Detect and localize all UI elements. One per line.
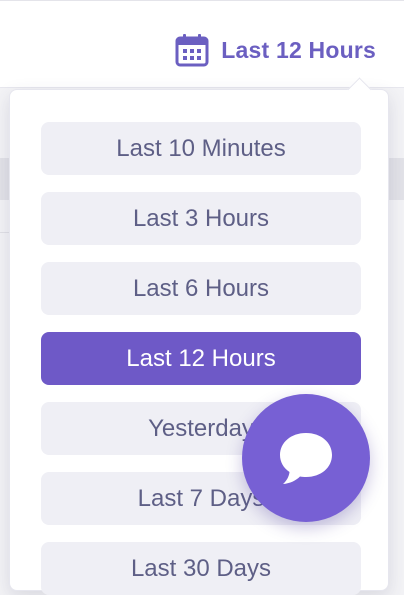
chat-button[interactable] <box>242 394 370 522</box>
time-range-dropdown-trigger[interactable]: Last 12 Hours <box>175 31 376 69</box>
time-range-options: Last 10 Minutes Last 3 Hours Last 6 Hour… <box>41 122 361 595</box>
option-last-6-hours[interactable]: Last 6 Hours <box>41 262 361 315</box>
calendar-icon <box>175 34 209 67</box>
option-last-30-days[interactable]: Last 30 Days <box>41 542 361 595</box>
time-range-label: Last 12 Hours <box>221 36 376 63</box>
header-bar: Last 12 Hours <box>0 0 404 88</box>
chat-bubble-icon <box>280 433 332 484</box>
option-last-3-hours[interactable]: Last 3 Hours <box>41 192 361 245</box>
option-last-10-minutes[interactable]: Last 10 Minutes <box>41 122 361 175</box>
background-panel-right <box>388 158 404 200</box>
option-last-12-hours[interactable]: Last 12 Hours <box>41 332 361 385</box>
